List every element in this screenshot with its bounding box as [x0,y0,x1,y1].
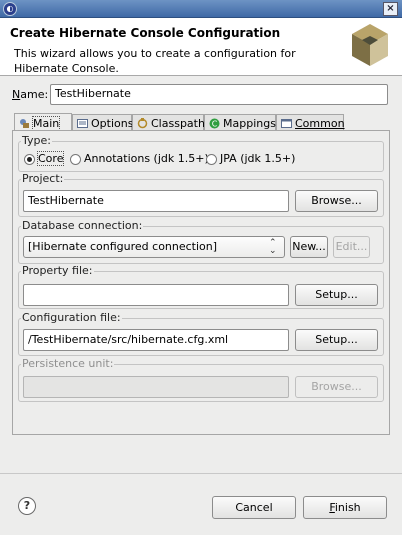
type-core-radio[interactable]: Core [24,151,65,166]
project-input[interactable]: TestHibernate [23,190,289,212]
hibernate-logo-icon [352,24,388,66]
footer-separator [0,473,402,474]
main-config-icon [19,118,30,129]
tab-classpath[interactable]: Classpath [132,114,205,131]
tab-classpath-label: Classpath [151,117,205,130]
radio-annotations[interactable] [70,154,81,165]
property-file-label: Property file: [21,264,94,277]
type-label: Type: [21,134,52,147]
radio-jpa[interactable] [206,154,217,165]
config-file-setup-button[interactable]: Setup... [295,329,378,351]
project-browse-button[interactable]: Browse... [295,190,378,212]
property-file-input[interactable] [23,284,289,306]
name-label: Name: [12,88,49,101]
mappings-icon: C [209,118,220,129]
help-button[interactable]: ? [18,497,36,515]
tab-main-label: Main [31,115,61,131]
eclipse-app-icon: ◐ [3,2,17,16]
property-file-setup-button[interactable]: Setup... [295,284,378,306]
project-label: Project: [21,172,65,185]
persistence-browse-button[interactable]: Browse... [295,376,378,398]
tab-mappings[interactable]: C Mappings [204,114,276,131]
type-jpa-label: JPA (jdk 1.5+) [220,152,296,165]
database-new-button[interactable]: New... [290,236,328,258]
database-edit-button[interactable]: Edit... [333,236,370,258]
name-input[interactable]: TestHibernate [50,84,388,105]
chevron-updown-icon: ⌃ ⌄ [269,238,277,256]
tab-common[interactable]: Common [276,114,345,131]
radio-core[interactable] [24,154,35,165]
wizard-description: This wizard allows you to create a confi… [14,47,296,75]
config-file-label: Configuration file: [21,311,122,324]
type-annotations-radio[interactable]: Annotations (jdk 1.5+) [70,152,209,165]
tab-options-label: Options [91,117,134,130]
close-window-button[interactable]: × [383,2,398,16]
persistence-unit-input[interactable] [23,376,289,398]
tab-main[interactable]: Main [14,113,72,131]
type-core-label: Core [36,151,65,166]
database-label: Database connection: [21,219,144,232]
finish-button[interactable]: Finish [303,496,387,519]
database-connection-select[interactable]: [Hibernate configured connection] [23,236,285,258]
tab-common-label: Common [295,117,345,130]
tab-mappings-label: Mappings [223,117,276,130]
window-titlebar [0,0,402,18]
wizard-title: Create Hibernate Console Configuration [10,26,281,40]
config-file-input[interactable]: /TestHibernate/src/hibernate.cfg.xml [23,329,289,351]
common-icon [281,118,292,129]
type-annotations-label: Annotations (jdk 1.5+) [84,152,209,165]
database-connection-value: [Hibernate configured connection] [28,240,218,253]
classpath-icon [137,118,148,129]
cancel-button[interactable]: Cancel [212,496,296,519]
svg-text:C: C [212,120,218,129]
options-icon [77,118,88,129]
tab-options[interactable]: Options [72,114,134,131]
type-jpa-radio[interactable]: JPA (jdk 1.5+) [206,152,295,165]
persistence-label: Persistence unit: [21,357,115,370]
